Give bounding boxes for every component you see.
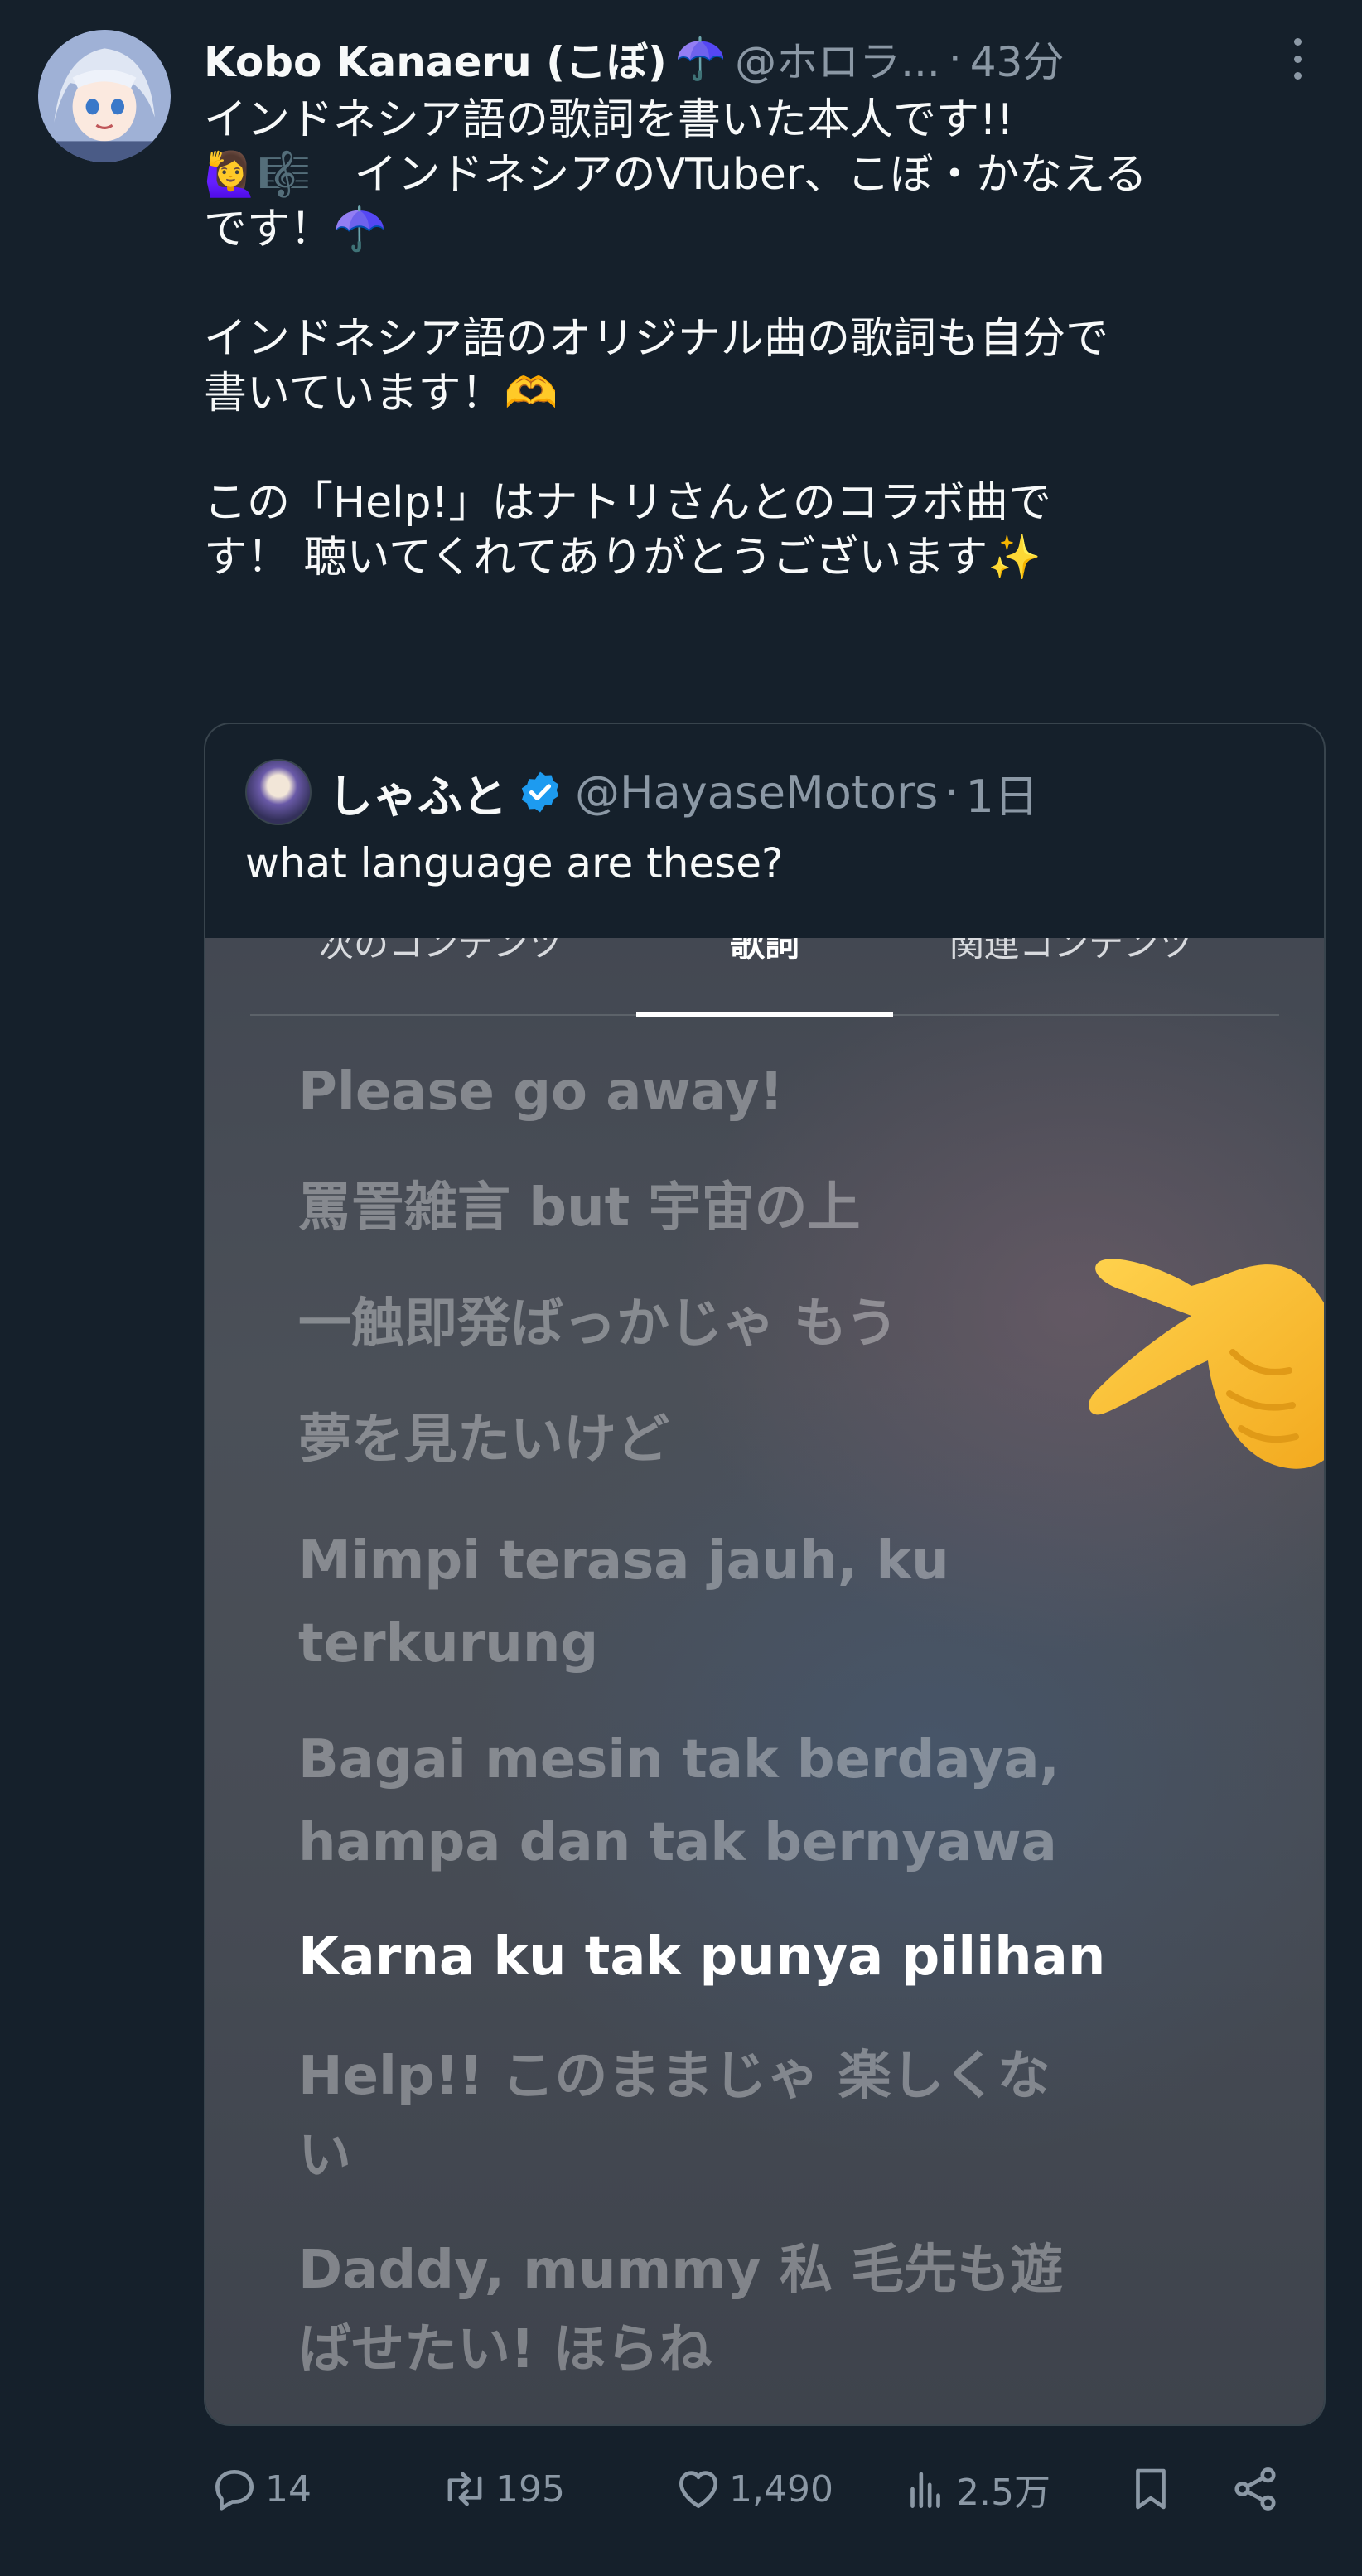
retweet-count: 195: [495, 2467, 565, 2511]
pointing-hand-icon: [1089, 1259, 1324, 1469]
like-count: 1,490: [729, 2467, 833, 2511]
quoted-media-screenshot[interactable]: 次のコンテンツ 歌詞 関連コンテンツ Please go away! 罵詈雑言 …: [205, 938, 1324, 2424]
media-tab-bar: 次のコンテンツ 歌詞 関連コンテンツ: [250, 938, 1279, 1017]
verified-badge-icon: [521, 771, 559, 813]
quoted-author-handle[interactable]: @HayaseMotors: [575, 766, 938, 819]
umbrella-emoji: ☂️: [674, 34, 727, 83]
view-count: 2.5万: [956, 2472, 1050, 2514]
reply-count: 14: [265, 2467, 312, 2511]
retweet-icon: [447, 2472, 482, 2506]
reply-button[interactable]: 14: [209, 2456, 312, 2522]
quoted-tweet-time[interactable]: 1日: [965, 760, 1038, 825]
share-icon: [1234, 2467, 1276, 2511]
bar-chart-icon: [910, 2472, 940, 2508]
separator-dot: ·: [948, 35, 962, 83]
quoted-separator-dot: ·: [944, 766, 959, 819]
quoted-author-name[interactable]: しゃふと: [328, 760, 507, 825]
lyric-line: 夢を見たいけど: [298, 1409, 669, 1471]
tab-next-content: 次のコンテンツ: [318, 938, 563, 964]
quoted-avatar[interactable]: [245, 759, 312, 825]
lyric-line: 一触即発ばっかじゃ もう: [298, 1293, 899, 1355]
more-options-icon[interactable]: [1289, 38, 1306, 80]
like-button[interactable]: 1,490: [673, 2456, 833, 2522]
lyric-line: 罵詈雑言 but 宇宙の上: [298, 1177, 861, 1239]
bookmark-button[interactable]: [1125, 2456, 1181, 2522]
lyric-line: Please go away!: [298, 1061, 784, 1123]
author-name[interactable]: Kobo Kanaeru (こぼ): [204, 30, 667, 88]
tweet-time[interactable]: 43分: [970, 30, 1065, 88]
author-handle[interactable]: @ホロラ...: [735, 30, 940, 88]
lyric-line: Mimpi terasa jauh, ku terkurung: [298, 1530, 949, 1675]
active-tab-indicator: [636, 1012, 893, 1017]
reply-icon: [215, 2470, 254, 2511]
tweet-header: Kobo Kanaeru (こぼ) ☂️ @ホロラ... · 43分: [204, 30, 1271, 88]
heart-icon: [679, 2471, 717, 2508]
lyric-line-current: Karna ku tak punya pilihan: [298, 1926, 1106, 1988]
tweet-action-bar: 14 195 1,490 2.5万: [204, 2456, 1329, 2522]
tweet-text: インドネシア語の歌詞を書いた本人です!! 🙋‍♀️🎼 インドネシアのVTuber…: [204, 95, 1147, 582]
lyric-line: Daddy, mummy 私 毛先も遊 ばせたい! ほらね: [298, 2240, 1064, 2380]
views-button[interactable]: 2.5万: [900, 2456, 1050, 2522]
tab-lyrics: 歌詞: [729, 938, 799, 964]
share-button[interactable]: [1229, 2456, 1286, 2522]
bookmark-icon: [1136, 2468, 1166, 2510]
lyric-line: Bagai mesin tak berdaya, hampa dan tak b…: [298, 1729, 1060, 1873]
quoted-tweet-text: what language are these?: [245, 839, 784, 887]
tab-related-content: 関連コンテンツ: [949, 938, 1193, 964]
retweet-button[interactable]: 195: [439, 2456, 565, 2522]
quoted-tweet[interactable]: しゃふと @HayaseMotors · 1日 what language ar…: [204, 723, 1326, 2426]
lyric-line: Help!! このままじゃ 楽しくな い: [298, 2046, 1050, 2187]
quoted-tweet-header: しゃふと @HayaseMotors · 1日: [245, 759, 1299, 825]
avatar[interactable]: [38, 30, 171, 162]
